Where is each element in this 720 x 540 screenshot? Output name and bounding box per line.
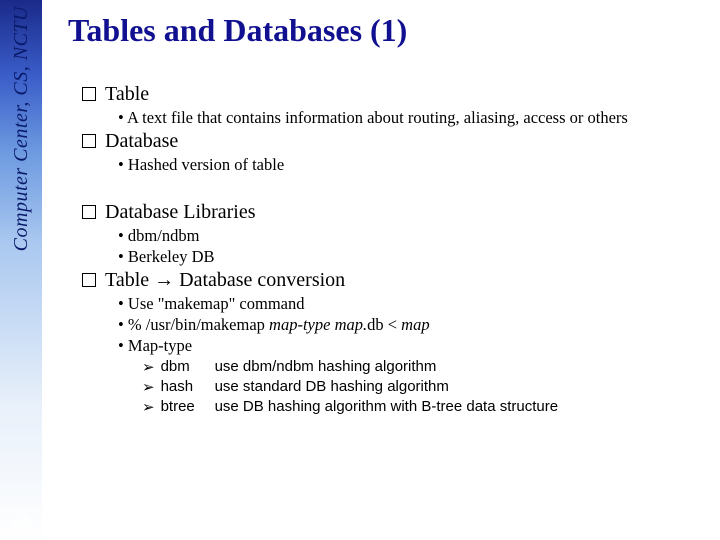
checkbox-icon	[82, 273, 96, 287]
item-label: Database Libraries	[105, 201, 255, 223]
sidebar-gradient: Computer Center, CS, NCTU 23	[0, 0, 42, 540]
sidebar-label: Computer Center, CS, NCTU	[0, 6, 42, 306]
sidebar-label-text: Computer Center, CS, NCTU	[10, 6, 33, 251]
maptype-list: ➢ dbmuse dbm/ndbm hashing algorithm ➢ hash…	[142, 358, 714, 416]
checkbox-icon	[82, 134, 96, 148]
subitem: A text file that contains information ab…	[118, 108, 714, 128]
item-label: Table	[105, 83, 149, 105]
sublist: Hashed version of table	[118, 155, 714, 175]
item-table: Table A text file that contains informat…	[82, 83, 714, 128]
maptype-row: ➢ btreeuse DB hashing algorithm with B-tr…	[142, 398, 714, 416]
triangle-icon: ➢	[142, 398, 155, 416]
item-label-post: Database conversion	[174, 269, 345, 291]
maptype-name: btree	[161, 398, 215, 416]
maptype-name: hash	[161, 378, 215, 396]
checkbox-icon	[82, 205, 96, 219]
page-number: 23	[0, 512, 42, 530]
item-label: Database	[105, 130, 178, 152]
slide-content: Tables and Databases (1) Table A text fi…	[68, 12, 714, 528]
triangle-icon: ➢	[142, 378, 155, 396]
maptype-name: dbm	[161, 358, 215, 376]
sublist: Use "makemap" command % /usr/bin/makemap…	[118, 294, 714, 416]
item-conversion: Table → Database conversion Use "makemap…	[82, 269, 714, 416]
checkbox-icon	[82, 87, 96, 101]
item-libraries: Database Libraries dbm/ndbm Berkeley DB	[82, 201, 714, 267]
arrow-icon: →	[154, 269, 174, 291]
sublist: A text file that contains information ab…	[118, 108, 714, 128]
subitem: Use "makemap" command	[118, 294, 714, 314]
item-database: Database Hashed version of table	[82, 130, 714, 175]
spacer	[82, 177, 714, 199]
subitem: dbm/ndbm	[118, 226, 714, 246]
subitem: Berkeley DB	[118, 247, 714, 267]
maptype-desc: use DB hashing algorithm with B-tree dat…	[215, 398, 559, 416]
maptype-desc: use dbm/ndbm hashing algorithm	[215, 358, 437, 376]
maptype-desc: use standard DB hashing algorithm	[215, 378, 449, 396]
maptype-row: ➢ dbmuse dbm/ndbm hashing algorithm	[142, 358, 714, 376]
item-label-pre: Table	[105, 269, 154, 291]
triangle-icon: ➢	[142, 358, 155, 376]
slide-title: Tables and Databases (1)	[68, 12, 714, 49]
maptype-row: ➢ hashuse standard DB hashing algorithm	[142, 378, 714, 396]
subitem: % /usr/bin/makemap map-type map.db < map	[118, 315, 714, 335]
bullet-list: Table A text file that contains informat…	[68, 83, 714, 416]
subitem: Map-type ➢dbmuse dbm/ndbm hashing algori…	[118, 336, 714, 416]
subitem: Hashed version of table	[118, 155, 714, 175]
sublist: dbm/ndbm Berkeley DB	[118, 226, 714, 267]
